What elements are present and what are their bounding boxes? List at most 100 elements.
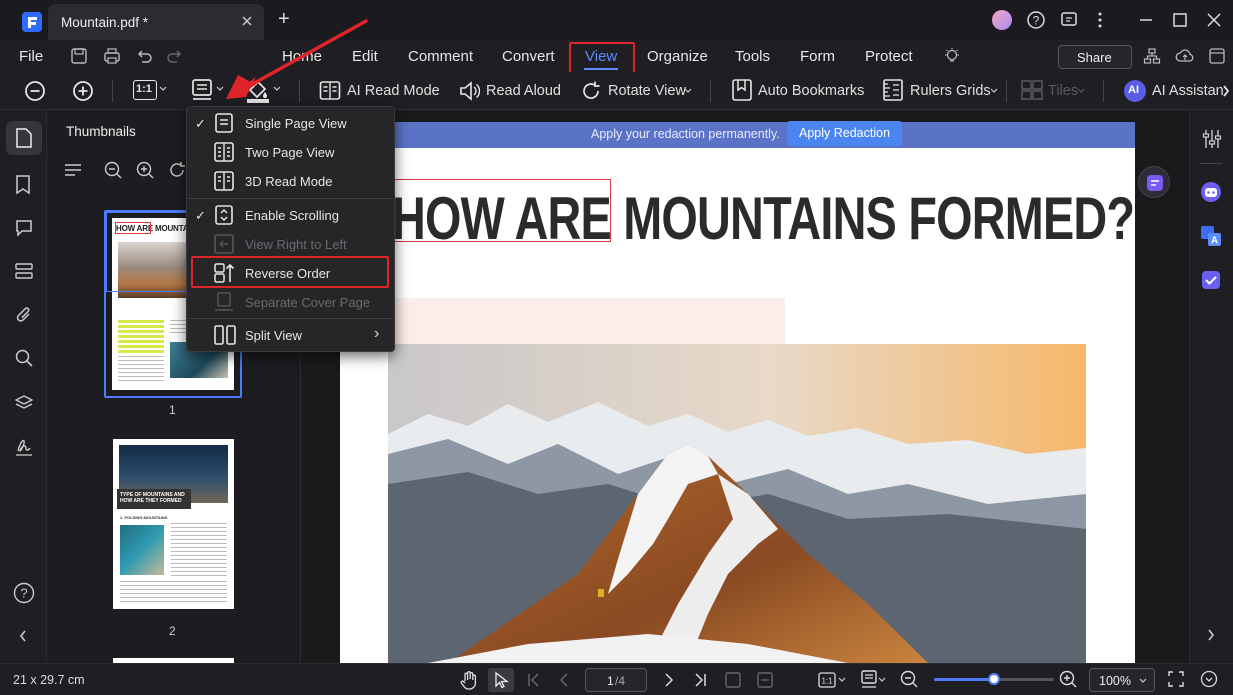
thumbnail-zoom-in-icon[interactable] xyxy=(136,161,154,179)
tiles-label: Tiles xyxy=(1048,83,1079,99)
more-options-icon[interactable] xyxy=(1092,10,1108,30)
file-menu[interactable]: File xyxy=(19,48,43,65)
undo-icon[interactable] xyxy=(135,47,153,65)
ai-assistant-badge[interactable]: AI xyxy=(1124,80,1146,102)
ai-chatbot-icon[interactable] xyxy=(1200,181,1222,203)
tab-convert[interactable]: Convert xyxy=(502,48,555,65)
read-aloud-label[interactable]: Read Aloud xyxy=(486,83,561,99)
thumbnail-page-2-banner: TYPE OF MOUNTAINS AND HOW ARE THEY FORME… xyxy=(117,489,191,509)
tab-tools[interactable]: Tools xyxy=(735,48,770,65)
tab-form[interactable]: Form xyxy=(800,48,835,65)
close-window-icon[interactable] xyxy=(1204,10,1224,30)
fullscreen-icon[interactable] xyxy=(1168,671,1184,687)
collapse-sidebar-icon[interactable] xyxy=(19,630,27,642)
rulers-label[interactable]: Rulers xyxy=(910,83,952,99)
mountain-photo xyxy=(388,344,1086,663)
minimize-icon[interactable] xyxy=(1136,10,1156,30)
select-tool-button[interactable] xyxy=(488,668,514,692)
thumbnail-options-icon[interactable] xyxy=(64,162,82,178)
avatar[interactable] xyxy=(992,10,1012,30)
panel-toggle-icon[interactable] xyxy=(1208,47,1226,65)
feedback-icon[interactable] xyxy=(1059,10,1079,30)
chevron-down-icon[interactable] xyxy=(990,88,998,94)
task-check-icon[interactable] xyxy=(1200,269,1222,291)
thumbnail-rotate-icon[interactable] xyxy=(168,161,186,179)
hand-tool-icon[interactable] xyxy=(460,670,478,690)
properties-sliders-icon[interactable] xyxy=(1202,129,1222,149)
thumbnail-highlighted-text xyxy=(118,320,164,354)
pdf-page: HOW ARE MOUNTAINS FORMED? xyxy=(340,148,1135,663)
signature-nav-icon[interactable] xyxy=(15,437,33,457)
maximize-icon[interactable] xyxy=(1170,10,1190,30)
thumbnail-coast-image xyxy=(120,525,164,575)
layers-nav-icon[interactable] xyxy=(15,394,33,412)
svg-text:A: A xyxy=(1211,236,1218,247)
expand-right-panel-icon[interactable] xyxy=(1207,629,1215,641)
cursor-icon xyxy=(493,671,509,689)
tips-lightbulb-icon[interactable] xyxy=(943,47,961,65)
rotate-view-label[interactable]: Rotate View xyxy=(608,83,686,99)
zoom-out-icon[interactable] xyxy=(900,670,918,688)
save-icon[interactable] xyxy=(70,47,88,65)
status-menu-icon[interactable] xyxy=(1200,670,1218,688)
chevron-down-icon[interactable] xyxy=(159,86,167,92)
chevron-right-icon[interactable] xyxy=(1222,85,1230,97)
last-page-icon[interactable] xyxy=(693,673,707,687)
thumbnails-nav-button[interactable] xyxy=(6,121,42,155)
redaction-mark-box[interactable] xyxy=(392,179,611,242)
tab-organize[interactable]: Organize xyxy=(647,48,708,65)
auto-bookmarks-label[interactable]: Auto Bookmarks xyxy=(758,83,864,99)
tab-protect[interactable]: Protect xyxy=(865,48,913,65)
page-display-icon[interactable] xyxy=(860,670,878,690)
page-number-input[interactable]: 1 /4 xyxy=(585,668,647,692)
zoom-in-icon[interactable] xyxy=(1059,670,1077,688)
ai-assistant-label[interactable]: AI Assistan xyxy=(1152,83,1224,99)
actual-size-button[interactable]: 1:1 xyxy=(133,80,157,100)
redo-icon[interactable] xyxy=(166,47,184,65)
attachment-nav-icon[interactable] xyxy=(15,306,33,324)
right-to-left-icon xyxy=(214,234,234,254)
workflow-icon[interactable] xyxy=(1143,47,1161,65)
next-page-icon[interactable] xyxy=(662,673,676,687)
cloud-upload-icon[interactable] xyxy=(1175,47,1195,65)
thumbnail-page-2[interactable]: TYPE OF MOUNTAINS AND HOW ARE THEY FORME… xyxy=(113,439,234,609)
rotate-view-icon[interactable] xyxy=(580,80,602,102)
help-icon[interactable]: ? xyxy=(1026,10,1046,30)
bookmark-icon[interactable] xyxy=(731,79,753,101)
help-icon[interactable]: ? xyxy=(13,582,35,604)
zoom-level-select[interactable]: 100% xyxy=(1089,668,1155,692)
tab-comment[interactable]: Comment xyxy=(408,48,473,65)
fields-nav-icon[interactable] xyxy=(15,263,33,279)
rulers-icon[interactable] xyxy=(882,79,904,101)
menu-divider xyxy=(188,318,393,319)
menu-item-split-view[interactable]: Split View › xyxy=(187,321,394,349)
chevron-down-icon[interactable] xyxy=(684,88,692,94)
zoom-slider-handle[interactable] xyxy=(988,673,1000,685)
zoom-ratio-icon[interactable]: 1:1 xyxy=(818,671,836,689)
scrolling-icon xyxy=(214,205,234,225)
chevron-down-icon[interactable] xyxy=(878,677,886,683)
thumbnail-zoom-out-icon[interactable] xyxy=(104,161,122,179)
translate-icon[interactable]: A xyxy=(1200,225,1222,247)
menu-item-enable-scrolling[interactable]: ✓ Enable Scrolling xyxy=(187,201,394,229)
share-button[interactable]: Share xyxy=(1058,45,1132,69)
zoom-slider-track[interactable] xyxy=(934,673,1054,685)
bookmark-nav-icon[interactable] xyxy=(15,175,31,195)
zoom-out-icon[interactable] xyxy=(24,80,46,102)
menu-item-two-page-view[interactable]: Two Page View xyxy=(187,138,394,166)
print-icon[interactable] xyxy=(103,47,121,65)
apply-redaction-button[interactable]: Apply Redaction xyxy=(787,121,902,146)
menu-item-label: 3D Read Mode xyxy=(245,174,333,189)
ai-floating-button[interactable] xyxy=(1138,166,1170,198)
zoom-in-icon[interactable] xyxy=(72,80,94,102)
toolbar-divider xyxy=(1006,80,1007,102)
chevron-down-icon[interactable] xyxy=(838,677,846,683)
comment-nav-icon[interactable] xyxy=(15,219,33,237)
search-nav-icon[interactable] xyxy=(15,349,33,367)
page-display-icon[interactable] xyxy=(191,79,213,103)
menu-item-3d-read-mode[interactable]: 3D Read Mode xyxy=(187,167,394,195)
grids-label[interactable]: Grids xyxy=(956,83,991,99)
read-aloud-icon[interactable] xyxy=(458,80,480,102)
menu-item-single-page-view[interactable]: ✓ Single Page View xyxy=(187,109,394,137)
redaction-banner: Apply your redaction permanently. Apply … xyxy=(340,121,1135,148)
